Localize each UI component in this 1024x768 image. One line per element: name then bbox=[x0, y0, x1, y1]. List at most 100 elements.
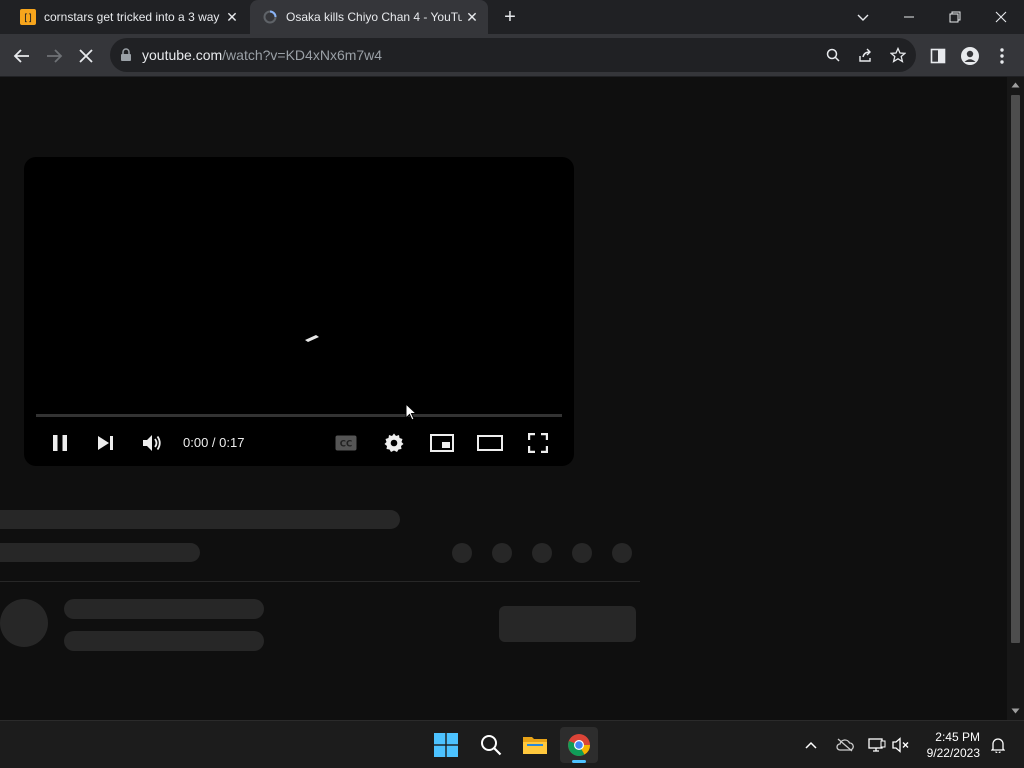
active-app-indicator bbox=[572, 760, 586, 763]
theater-mode-button[interactable] bbox=[474, 429, 506, 457]
side-panel-icon bbox=[930, 48, 946, 64]
new-tab-button[interactable]: + bbox=[498, 5, 522, 29]
page-content: 0:00 / 0:17 CC bbox=[0, 77, 1007, 720]
tab-close-icon[interactable]: ✕ bbox=[224, 9, 240, 25]
action-skeleton bbox=[492, 543, 512, 563]
miniplayer-button[interactable] bbox=[426, 429, 458, 457]
clock-time: 2:45 PM bbox=[935, 730, 980, 744]
svg-text:[]: [] bbox=[24, 13, 32, 24]
skip-next-icon bbox=[98, 436, 113, 450]
action-skeleton bbox=[532, 543, 552, 563]
onedrive-button[interactable] bbox=[830, 727, 860, 763]
close-icon bbox=[79, 49, 93, 63]
miniplayer-icon bbox=[430, 434, 454, 452]
scroll-down-icon[interactable] bbox=[1011, 708, 1020, 714]
arrow-left-icon bbox=[13, 49, 29, 63]
video-player[interactable]: 0:00 / 0:17 CC bbox=[24, 157, 574, 466]
progress-bar[interactable] bbox=[36, 414, 562, 417]
tab-strip: [] cornstars get tricked into a 3 way ✕ … bbox=[0, 0, 1024, 34]
tab-title: Osaka kills Chiyo Chan 4 - YouTube bbox=[286, 10, 462, 24]
kebab-menu-icon bbox=[1000, 48, 1004, 64]
avatar-skeleton bbox=[0, 599, 48, 647]
side-panel-button[interactable] bbox=[922, 40, 954, 72]
restore-button[interactable] bbox=[932, 0, 978, 34]
pause-button[interactable] bbox=[44, 429, 76, 457]
clock-date: 9/22/2023 bbox=[926, 746, 980, 760]
minimize-icon bbox=[904, 16, 914, 18]
chrome-button[interactable] bbox=[560, 727, 598, 763]
site-favicon-icon: [] bbox=[20, 9, 36, 25]
profile-avatar-icon bbox=[961, 47, 979, 65]
url-host: youtube.com bbox=[142, 47, 223, 63]
bookmark-star-icon[interactable] bbox=[890, 47, 906, 63]
loading-spinner-icon bbox=[263, 10, 277, 24]
action-skeleton bbox=[572, 543, 592, 563]
subtitles-button[interactable]: CC bbox=[330, 429, 362, 457]
tab-cornstars[interactable]: [] cornstars get tricked into a 3 way ✕ bbox=[8, 0, 248, 34]
folder-icon bbox=[523, 737, 547, 754]
tab-close-icon[interactable]: ✕ bbox=[464, 9, 480, 25]
mute-button[interactable] bbox=[136, 429, 168, 457]
start-button[interactable] bbox=[427, 727, 465, 763]
forward-button[interactable] bbox=[38, 40, 70, 72]
page-scrollbar[interactable] bbox=[1007, 77, 1024, 720]
action-skeleton bbox=[452, 543, 472, 563]
search-icon[interactable] bbox=[826, 48, 840, 62]
profile-button[interactable] bbox=[954, 40, 986, 72]
scroll-up-icon[interactable] bbox=[1011, 82, 1020, 88]
mouse-cursor-icon bbox=[405, 403, 417, 421]
close-window-button[interactable] bbox=[978, 0, 1024, 34]
channel-name-skeleton bbox=[64, 599, 264, 619]
fullscreen-icon bbox=[528, 433, 548, 453]
close-icon bbox=[995, 11, 1007, 23]
subscribe-skeleton bbox=[499, 606, 636, 642]
minimize-button[interactable] bbox=[886, 0, 932, 34]
volume-button[interactable] bbox=[886, 727, 916, 763]
scroll-thumb[interactable] bbox=[1011, 95, 1020, 643]
pause-icon bbox=[53, 435, 67, 451]
menu-button[interactable] bbox=[986, 40, 1018, 72]
action-skeleton bbox=[612, 543, 632, 563]
arrow-right-icon bbox=[47, 49, 63, 63]
settings-button[interactable] bbox=[378, 429, 410, 457]
windows-taskbar: 2:45 PM 9/22/2023 bbox=[0, 720, 1024, 768]
closed-captions-icon: CC bbox=[335, 435, 357, 451]
chevron-down-icon bbox=[857, 14, 869, 21]
volume-muted-icon bbox=[892, 737, 909, 753]
windows-logo-icon bbox=[434, 733, 458, 757]
url-text: youtube.com/watch?v=KD4xNx6m7w4 bbox=[142, 47, 382, 63]
search-button[interactable] bbox=[472, 727, 510, 763]
subscriber-skeleton bbox=[64, 631, 264, 651]
next-button[interactable] bbox=[90, 429, 122, 457]
file-explorer-button[interactable] bbox=[516, 727, 554, 763]
address-bar[interactable]: youtube.com/watch?v=KD4xNx6m7w4 bbox=[110, 38, 916, 72]
tab-youtube[interactable]: Osaka kills Chiyo Chan 4 - YouTube ✕ bbox=[250, 0, 488, 34]
title-skeleton bbox=[0, 510, 400, 529]
fullscreen-button[interactable] bbox=[522, 429, 554, 457]
notifications-button[interactable] bbox=[984, 727, 1012, 763]
divider bbox=[0, 581, 640, 582]
cc-label: CC bbox=[340, 440, 352, 450]
volume-icon bbox=[143, 435, 161, 451]
network-icon bbox=[868, 738, 886, 752]
restore-icon bbox=[949, 11, 961, 23]
time-display: 0:00 / 0:17 bbox=[183, 435, 245, 450]
tab-search-button[interactable] bbox=[840, 0, 886, 34]
bell-icon bbox=[991, 738, 1005, 753]
gear-icon bbox=[384, 433, 404, 452]
url-path: /watch?v=KD4xNx6m7w4 bbox=[222, 47, 383, 63]
chevron-up-icon bbox=[805, 741, 817, 749]
show-hidden-icons-button[interactable] bbox=[796, 727, 826, 763]
tab-title: cornstars get tricked into a 3 way bbox=[44, 10, 220, 24]
chrome-icon bbox=[568, 734, 590, 756]
stop-loading-button[interactable] bbox=[70, 40, 102, 72]
search-icon bbox=[481, 735, 502, 756]
subtitle-skeleton bbox=[0, 543, 200, 562]
lock-icon bbox=[121, 48, 131, 61]
loading-spinner-icon bbox=[305, 335, 319, 342]
theater-mode-icon bbox=[477, 435, 503, 451]
back-button[interactable] bbox=[6, 40, 38, 72]
cloud-offline-icon bbox=[836, 738, 854, 752]
share-icon[interactable] bbox=[858, 47, 874, 63]
system-clock[interactable]: 2:45 PM 9/22/2023 bbox=[927, 729, 980, 761]
